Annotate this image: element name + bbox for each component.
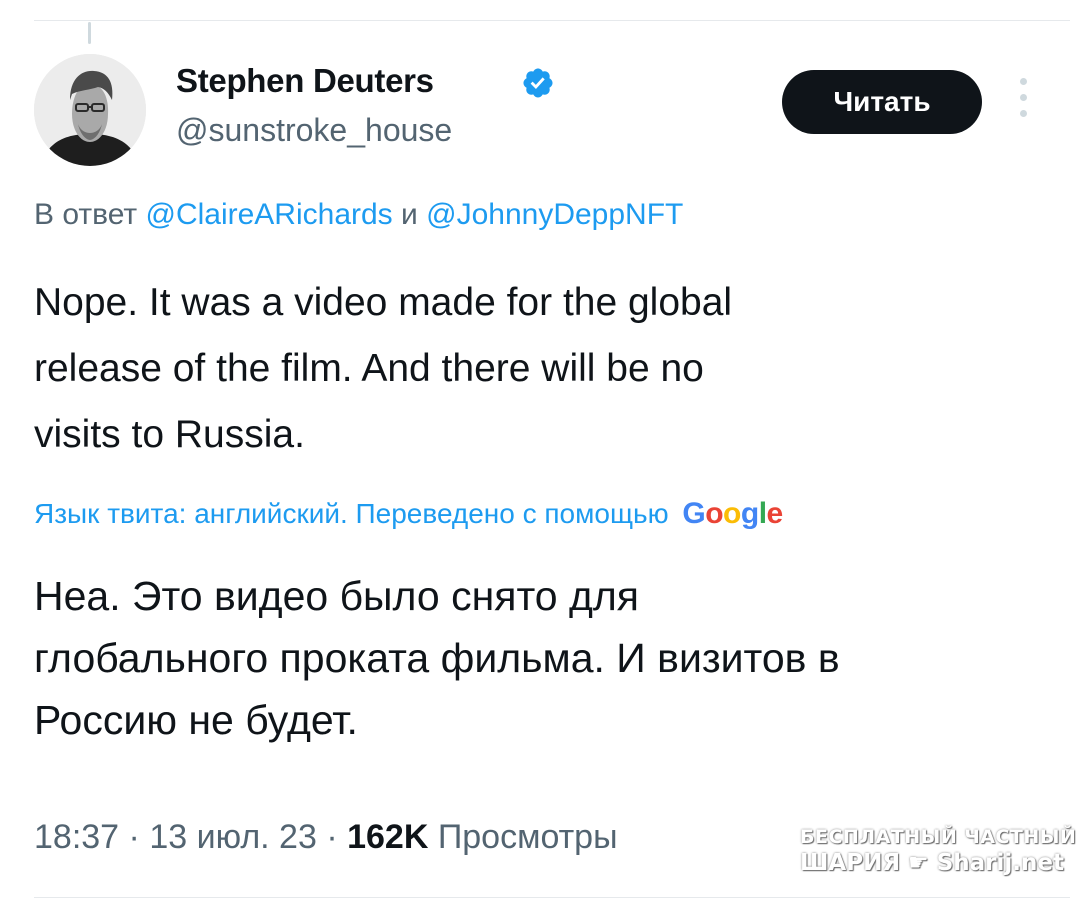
- meta-separator: ·: [119, 818, 150, 856]
- tweet-meta: 18:37 · 13 июл. 23 · 162K Просмотры: [34, 818, 618, 857]
- reply-joiner: и: [392, 198, 427, 231]
- thread-connector-line: [88, 22, 91, 44]
- reply-prefix: В ответ: [34, 198, 146, 231]
- more-options-icon[interactable]: [1013, 78, 1033, 126]
- author-handle[interactable]: @sunstroke_house: [176, 112, 452, 149]
- views-label[interactable]: Просмотры: [428, 818, 618, 856]
- follow-button[interactable]: Читать: [782, 70, 982, 134]
- translation-label: Язык твита: английский. Переведено с пом…: [34, 498, 669, 529]
- pointing-hand-icon: ☛: [908, 850, 929, 876]
- verified-badge-icon: [523, 68, 553, 98]
- translated-text-line: Россию не будет.: [34, 697, 358, 743]
- avatar[interactable]: [34, 54, 146, 166]
- translated-text-line: глобального проката фильма. И визитов в: [34, 635, 840, 681]
- tweet-text: Nope. It was a video made for the global…: [34, 270, 1044, 468]
- author-display-name[interactable]: Stephen Deuters: [176, 62, 434, 100]
- translated-text: Неа. Это видео было снято для глобальног…: [34, 565, 1054, 751]
- tweet-text-line: Nope. It was a video made for the global: [34, 281, 733, 324]
- watermark-brand: ШАРИЯ: [800, 850, 901, 876]
- watermark-site: Sharij.net: [936, 850, 1064, 876]
- translation-attribution[interactable]: Язык твита: английский. Переведено с пом…: [34, 497, 783, 531]
- avatar-image: [34, 54, 146, 166]
- watermark-line-2: ШАРИЯ ☛ Sharij.net: [800, 850, 1064, 876]
- views-count[interactable]: 162K: [347, 818, 428, 856]
- google-logo: Google: [682, 497, 783, 530]
- tweet-text-line: release of the film. And there will be n…: [34, 347, 704, 390]
- mention-claire-a-richards[interactable]: @ClaireARichards: [145, 198, 392, 231]
- mention-johnny-depp-nft[interactable]: @JohnnyDeppNFT: [426, 198, 683, 231]
- watermark-line-1: БЕСПЛАТНЫЙ ЧАСТНЫЙ: [800, 826, 1077, 848]
- watermark: БЕСПЛАТНЫЙ ЧАСТНЫЙ ШАРИЯ ☛ Sharij.net: [800, 826, 1077, 876]
- tweet-time[interactable]: 18:37: [34, 818, 119, 856]
- translated-text-line: Неа. Это видео было снято для: [34, 573, 640, 619]
- reply-to-line: В ответ @ClaireARichards и @JohnnyDeppNF…: [34, 198, 683, 232]
- tweet-text-line: visits to Russia.: [34, 413, 305, 456]
- bottom-divider: [34, 897, 1070, 898]
- top-divider: [34, 20, 1070, 21]
- tweet-date[interactable]: 13 июл. 23: [149, 818, 317, 856]
- meta-separator: ·: [316, 818, 348, 856]
